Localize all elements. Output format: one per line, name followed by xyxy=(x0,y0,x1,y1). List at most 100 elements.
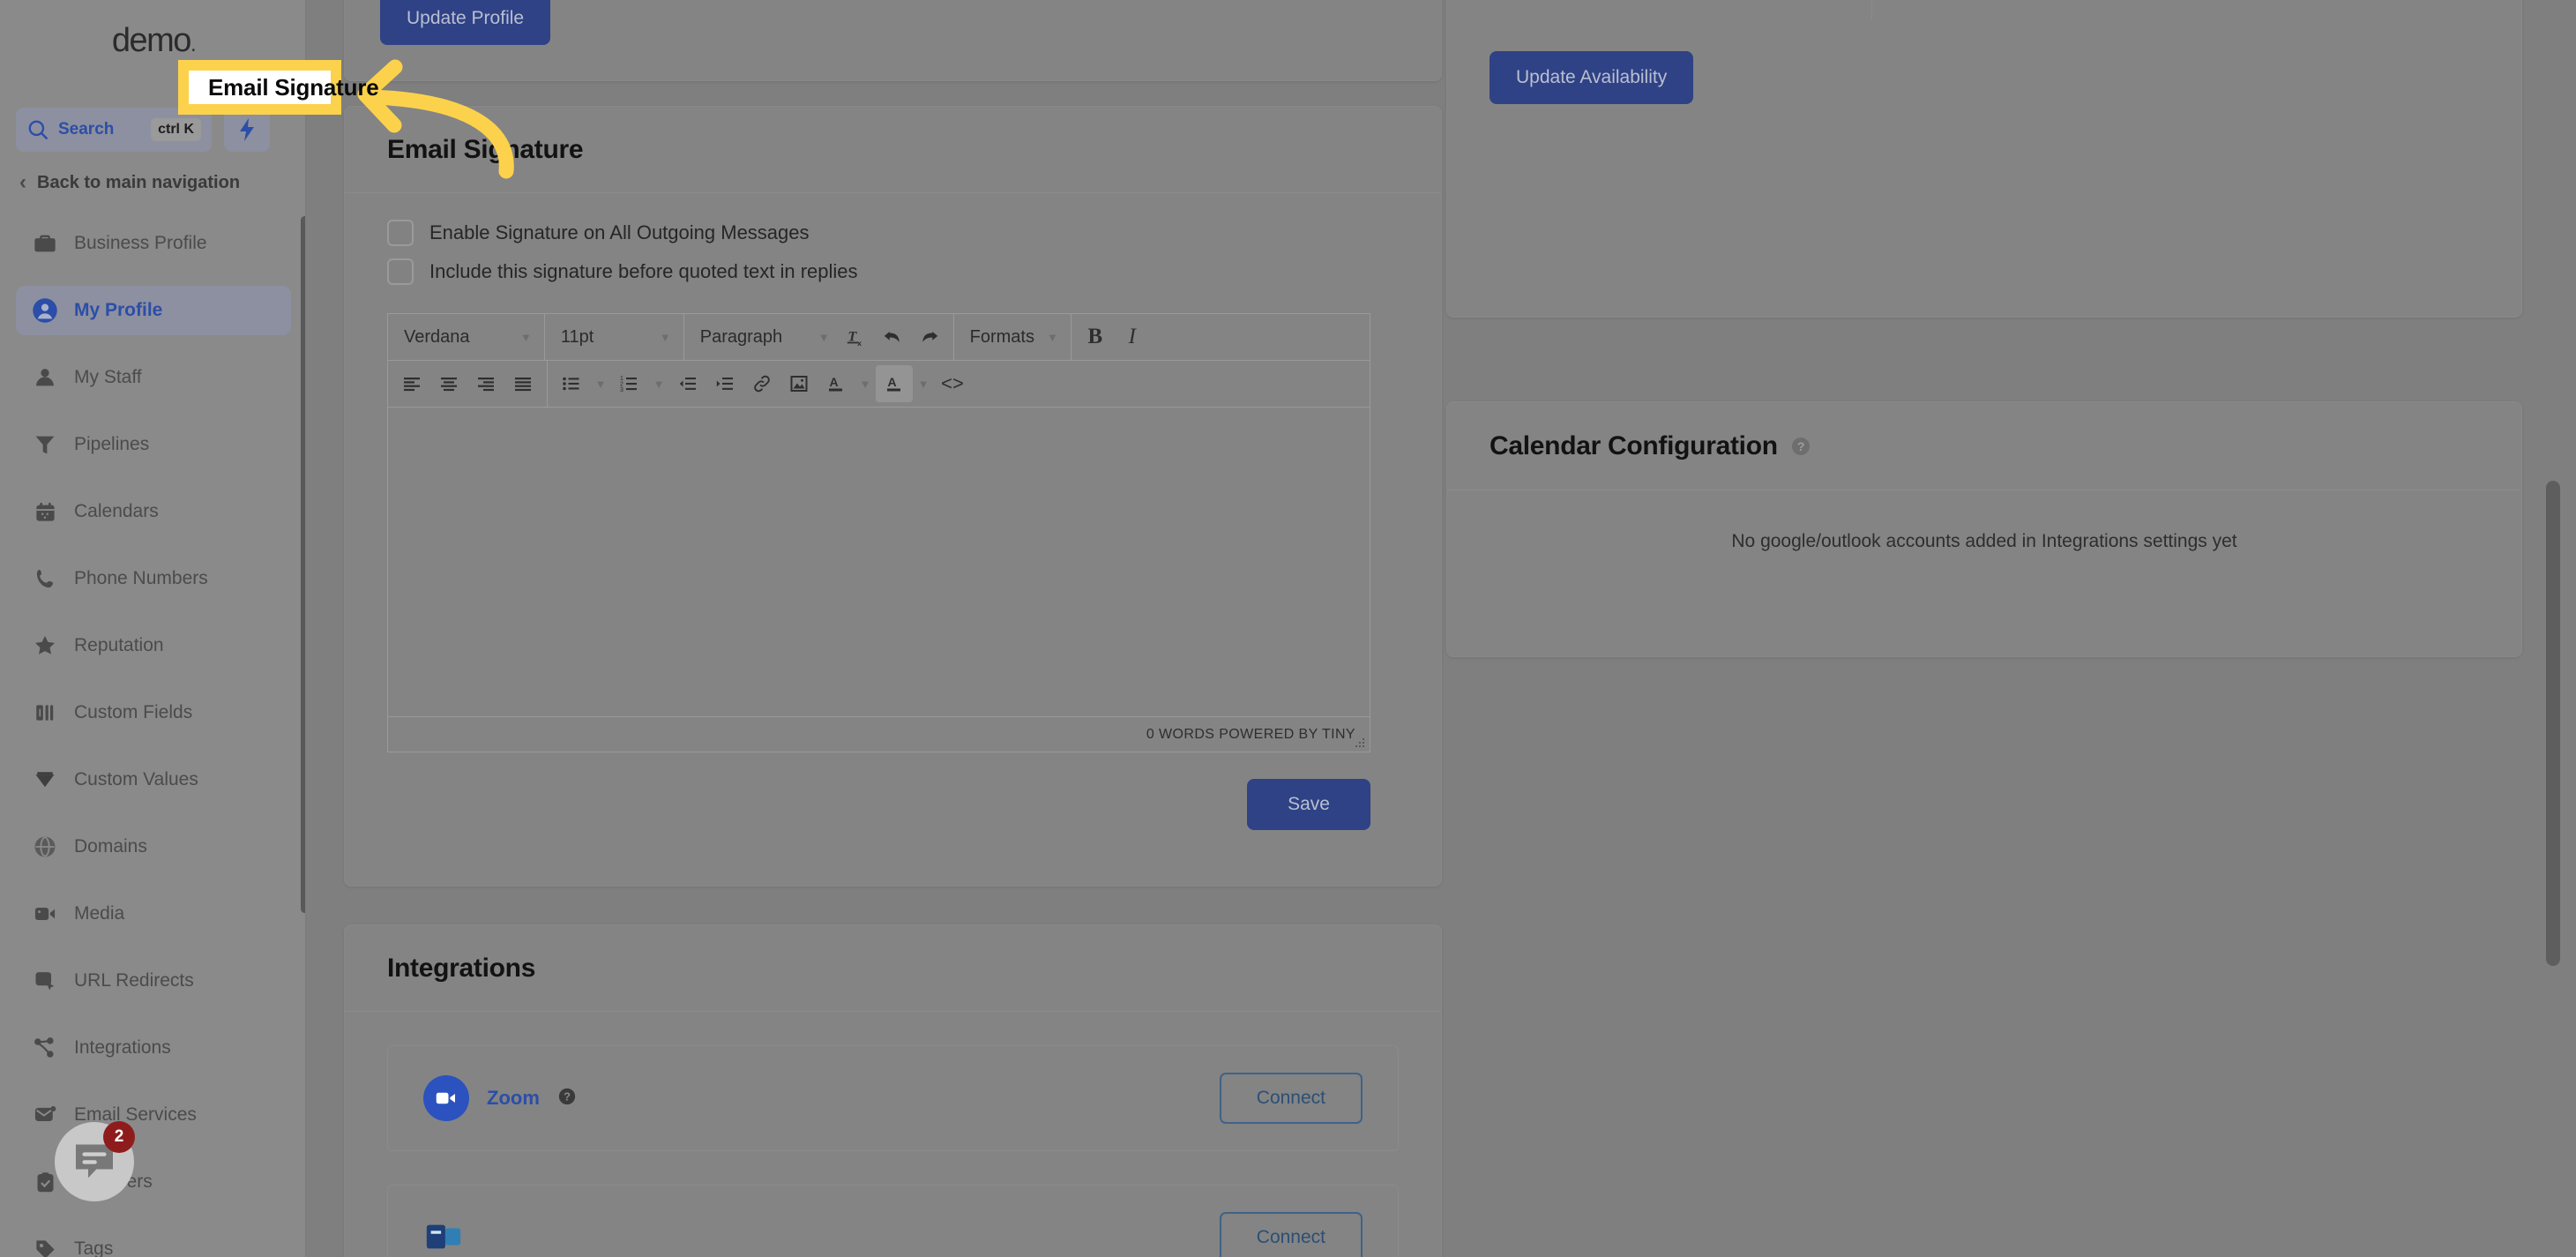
sidebar-item-email-services[interactable]: Email Services xyxy=(16,1090,291,1140)
italic-icon[interactable]: I xyxy=(1114,318,1151,355)
svg-text:A: A xyxy=(888,375,897,389)
availability-card: 12:00 AM × 12:00 AM × xyxy=(1446,0,2522,318)
clipboard-check-icon xyxy=(32,1169,58,1195)
background-color-chevron-down-icon[interactable]: ▼ xyxy=(913,365,934,402)
include-before-quoted-row[interactable]: Include this signature before quoted tex… xyxy=(387,258,1399,285)
image-icon[interactable] xyxy=(780,365,818,402)
connect-button[interactable]: Connect xyxy=(1219,1073,1363,1124)
sidebar-item-my-profile[interactable]: My Profile xyxy=(16,286,291,335)
sidebar-item-my-staff[interactable]: My Staff xyxy=(16,353,291,402)
briefcase-icon xyxy=(32,230,58,257)
empty-state-message: No google/outlook accounts added in Inte… xyxy=(1731,531,2237,551)
save-row: Save xyxy=(387,779,1370,830)
align-right-icon[interactable] xyxy=(467,365,504,402)
chevron-down-icon: ▼ xyxy=(1046,330,1058,344)
save-button[interactable]: Save xyxy=(1247,779,1370,830)
bold-icon[interactable]: B xyxy=(1077,318,1114,355)
sidebar-item-label: Custom Fields xyxy=(74,702,193,722)
question-mark-icon[interactable]: ? xyxy=(557,1087,577,1111)
sidebar-item-label: Domains xyxy=(74,836,147,857)
update-availability-button[interactable]: Update Availability xyxy=(1490,51,1694,104)
redirect-icon xyxy=(32,968,58,994)
enable-signature-row[interactable]: Enable Signature on All Outgoing Message… xyxy=(387,220,1399,246)
star-icon xyxy=(32,632,58,659)
sidebar-item-tags[interactable]: Tags xyxy=(16,1224,291,1257)
annotation-highlight-label: Email Signature xyxy=(208,73,379,101)
numbered-list-chevron-down-icon[interactable]: ▼ xyxy=(648,365,669,402)
link-icon[interactable] xyxy=(743,365,780,402)
editor-content-area[interactable] xyxy=(388,408,1370,716)
person-icon xyxy=(32,364,58,391)
sidebar-item-calendars[interactable]: Calendars xyxy=(16,487,291,536)
calendar-configuration-empty-state: No google/outlook accounts added in Inte… xyxy=(1447,490,2521,656)
rich-text-editor: Verdana ▼ 11pt ▼ Paragraph ▼ T x Formats… xyxy=(387,313,1370,752)
editor-toolbar-row-2: ▼ 123 ▼ A ▼ A ▼ <> xyxy=(388,360,1370,408)
font-family-select[interactable]: Verdana ▼ xyxy=(393,318,539,355)
sidebar-item-custom-fields[interactable]: Custom Fields xyxy=(16,688,291,737)
email-signature-header: Email Signature xyxy=(345,107,1441,193)
update-profile-button[interactable]: Update Profile xyxy=(380,0,551,45)
bullet-list-chevron-down-icon[interactable]: ▼ xyxy=(590,365,611,402)
connect-button[interactable]: Connect xyxy=(1219,1212,1363,1257)
sidebar-item-url-redirects[interactable]: URL Redirects xyxy=(16,956,291,1006)
align-justify-icon[interactable] xyxy=(504,365,541,402)
undo-icon[interactable] xyxy=(874,318,911,355)
search-shortcut-badge: ctrl K xyxy=(151,118,201,141)
back-nav-label: Back to main navigation xyxy=(37,172,241,192)
main-scrollbar[interactable] xyxy=(2546,481,2560,966)
tag-icon xyxy=(32,1236,58,1257)
sidebar-item-label: Tags xyxy=(74,1238,114,1257)
include-before-quoted-checkbox[interactable] xyxy=(387,258,414,285)
editor-resize-grip[interactable] xyxy=(1352,735,1366,749)
sidebar-item-label: Business Profile xyxy=(74,233,207,253)
outdent-icon[interactable] xyxy=(669,365,706,402)
sidebar-item-integrations[interactable]: Integrations xyxy=(16,1023,291,1073)
sidebar-item-pipelines[interactable]: Pipelines xyxy=(16,420,291,469)
clear-formatting-icon[interactable]: T x xyxy=(837,318,874,355)
text-color-chevron-down-icon[interactable]: ▼ xyxy=(855,365,876,402)
source-code-icon[interactable]: <> xyxy=(934,365,971,402)
align-left-icon[interactable] xyxy=(393,365,430,402)
question-mark-icon[interactable]: ? xyxy=(1790,436,1811,457)
formats-menu-button[interactable]: Formats ▼ xyxy=(959,318,1065,355)
sidebar-item-media[interactable]: Media xyxy=(16,889,291,939)
funnel-icon xyxy=(32,431,58,458)
list-insert-group: ▼ 123 ▼ A ▼ A ▼ <> xyxy=(548,361,976,408)
font-size-select[interactable]: 11pt ▼ xyxy=(550,318,678,355)
sidebar-item-phone-numbers[interactable]: Phone Numbers xyxy=(16,554,291,603)
svg-text:A: A xyxy=(830,375,839,389)
sidebar-item-label: Calendars xyxy=(74,501,159,521)
bullet-list-icon[interactable] xyxy=(553,365,590,402)
enable-signature-checkbox[interactable] xyxy=(387,220,414,246)
redo-icon[interactable] xyxy=(911,318,948,355)
font-group: Verdana ▼ xyxy=(388,313,545,361)
text-color-icon[interactable]: A xyxy=(818,365,855,402)
microsoft-teams-icon xyxy=(423,1216,466,1257)
background-color-icon[interactable]: A xyxy=(876,365,913,402)
sidebar-item-business-profile[interactable]: Business Profile xyxy=(16,219,291,268)
sidebar-nav-list: Business Profile My Profile My Staff Pip… xyxy=(16,219,291,1257)
columns-icon xyxy=(32,700,58,726)
nodes-icon xyxy=(32,1035,58,1061)
chat-support-widget[interactable]: 2 xyxy=(55,1120,135,1201)
integrations-header: Integrations xyxy=(345,925,1441,1012)
editor-toolbar-row-1: Verdana ▼ 11pt ▼ Paragraph ▼ T x Formats… xyxy=(388,313,1370,361)
svg-text:3: 3 xyxy=(620,387,623,393)
sidebar-scrollbar[interactable] xyxy=(301,216,305,913)
sidebar-item-reputation[interactable]: Reputation xyxy=(16,621,291,670)
chat-bubble-icon: 2 xyxy=(70,1120,135,1189)
editor-status-bar: 0 WORDS POWERED BY TINY xyxy=(388,716,1370,752)
integration-row-zoom: Zoom ? Connect xyxy=(387,1045,1399,1151)
calendar-configuration-header: Calendar Configuration ? xyxy=(1447,402,2521,490)
sidebar-item-custom-values[interactable]: Custom Values xyxy=(16,755,291,804)
back-to-main-navigation-link[interactable]: ‹ Back to main navigation xyxy=(19,172,240,193)
sidebar-item-domains[interactable]: Domains xyxy=(16,822,291,872)
availability-day-grid: 12:00 AM × 12:00 AM × xyxy=(1447,0,2521,19)
integration-row-teams: Connect xyxy=(387,1185,1399,1257)
sidebar-item-label: URL Redirects xyxy=(74,970,194,991)
block-format-select[interactable]: Paragraph ▼ xyxy=(690,318,837,355)
align-center-icon[interactable] xyxy=(430,365,467,402)
numbered-list-icon[interactable]: 123 xyxy=(611,365,648,402)
sidebar-item-label: Custom Values xyxy=(74,769,198,789)
indent-icon[interactable] xyxy=(706,365,743,402)
